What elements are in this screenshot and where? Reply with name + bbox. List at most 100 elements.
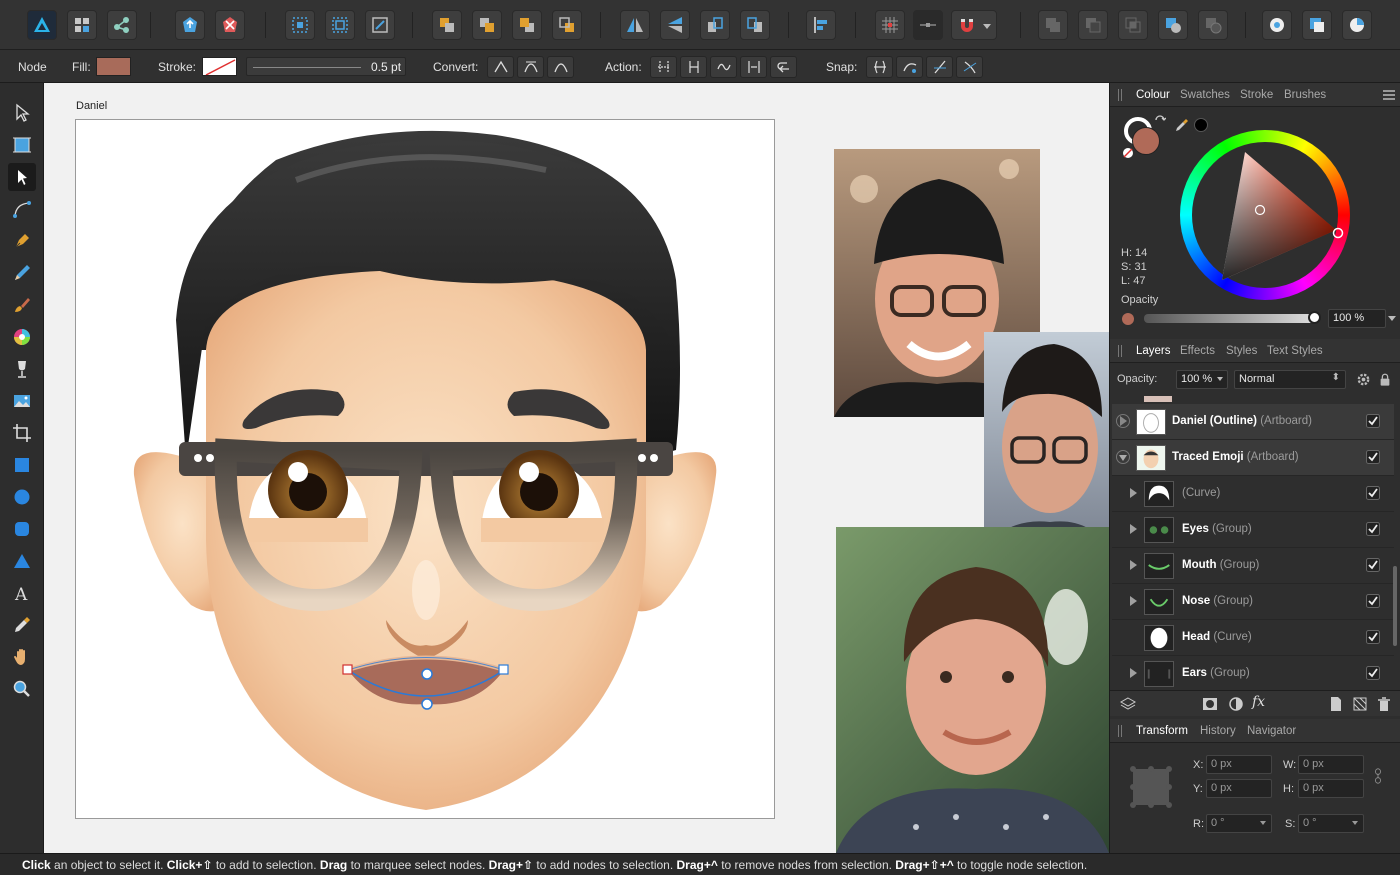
move-tool[interactable] xyxy=(8,99,36,127)
tab-navigator[interactable]: Navigator xyxy=(1247,725,1296,737)
point-transform-tool[interactable] xyxy=(8,195,36,223)
panel-grip-icon[interactable] xyxy=(1118,725,1122,737)
visibility-checkbox[interactable] xyxy=(1366,594,1380,608)
flip-vertical-icon[interactable] xyxy=(660,10,690,40)
insert-top-icon[interactable] xyxy=(1342,10,1372,40)
snapping-magnet-icon[interactable] xyxy=(951,10,997,40)
reference-photo-2[interactable] xyxy=(984,332,1109,549)
boolean-divide-icon[interactable] xyxy=(1198,10,1228,40)
link-icon[interactable] xyxy=(1374,767,1382,785)
boolean-intersect-icon[interactable] xyxy=(1118,10,1148,40)
tab-swatches[interactable]: Swatches xyxy=(1180,89,1230,101)
fill-stroke-selector[interactable] xyxy=(1122,115,1166,159)
snap-to-pixel-icon[interactable] xyxy=(913,10,943,40)
rotate-right-icon[interactable] xyxy=(740,10,770,40)
artboard-tool[interactable] xyxy=(8,131,36,159)
snap-curve-button[interactable] xyxy=(896,56,923,78)
snap-line-button[interactable] xyxy=(926,56,953,78)
reference-photo-3[interactable] xyxy=(836,527,1109,853)
tab-styles[interactable]: Styles xyxy=(1226,345,1257,357)
insert-behind-icon[interactable] xyxy=(1302,10,1332,40)
visibility-checkbox[interactable] xyxy=(1366,414,1380,428)
deselect-icon[interactable] xyxy=(325,10,355,40)
rounded-rectangle-tool[interactable] xyxy=(8,515,36,543)
layer-row[interactable]: Daniel (Outline) (Artboard) xyxy=(1112,404,1394,440)
expand-arrow-icon[interactable] xyxy=(1130,596,1137,606)
expand-arrow-icon[interactable] xyxy=(1130,560,1137,570)
expand-arrow-icon[interactable] xyxy=(1130,488,1137,498)
expand-arrow-icon[interactable] xyxy=(1130,668,1137,678)
break-curve-button[interactable] xyxy=(650,56,677,78)
tab-brushes[interactable]: Brushes xyxy=(1284,89,1326,101)
snap-nodes-button[interactable] xyxy=(866,56,893,78)
visibility-checkbox[interactable] xyxy=(1366,522,1380,536)
boolean-xor-icon[interactable] xyxy=(1158,10,1188,40)
visibility-checkbox[interactable] xyxy=(1366,450,1380,464)
trash-icon[interactable] xyxy=(1376,696,1392,712)
join-curves-button[interactable] xyxy=(740,56,767,78)
tab-layers[interactable]: Layers xyxy=(1136,345,1171,357)
boolean-add-icon[interactable] xyxy=(1038,10,1068,40)
convert-sharp-button[interactable] xyxy=(487,56,514,78)
tab-text-styles[interactable]: Text Styles xyxy=(1267,345,1323,357)
tab-history[interactable]: History xyxy=(1200,725,1236,737)
opacity-slider-thumb[interactable] xyxy=(1308,311,1321,324)
pixel-persona-icon[interactable] xyxy=(67,10,97,40)
pencil-tool[interactable] xyxy=(8,259,36,287)
layers-stack-icon[interactable] xyxy=(1120,696,1136,712)
view-tool[interactable] xyxy=(8,643,36,671)
assistant-icon[interactable] xyxy=(175,10,205,40)
move-forward-one-icon[interactable] xyxy=(512,10,542,40)
move-to-back-icon[interactable] xyxy=(432,10,462,40)
expand-arrow-icon[interactable] xyxy=(1130,524,1137,534)
panel-menu-icon[interactable] xyxy=(1382,88,1396,102)
fill-swatch[interactable] xyxy=(96,57,131,76)
layer-row[interactable]: Nose (Group) xyxy=(1112,584,1394,620)
h-field[interactable]: 0 px xyxy=(1298,779,1364,798)
collapse-arrow-icon[interactable] xyxy=(1119,455,1127,461)
visibility-checkbox[interactable] xyxy=(1366,558,1380,572)
convert-smart-button[interactable] xyxy=(547,56,574,78)
preferences-icon[interactable] xyxy=(215,10,245,40)
tab-effects[interactable]: Effects xyxy=(1180,345,1215,357)
document-canvas[interactable]: Daniel xyxy=(44,83,1109,853)
triangle-tool[interactable] xyxy=(8,547,36,575)
select-all-icon[interactable] xyxy=(285,10,315,40)
rotate-left-icon[interactable] xyxy=(700,10,730,40)
rectangle-tool[interactable] xyxy=(8,451,36,479)
blend-mode-select[interactable]: Normal ⬍ xyxy=(1234,370,1346,389)
anchor-selector-icon[interactable] xyxy=(1129,765,1173,809)
layer-row[interactable]: (Curve) xyxy=(1112,476,1394,512)
layers-scrollbar[interactable] xyxy=(1393,566,1397,646)
smooth-curve-button[interactable] xyxy=(710,56,737,78)
boolean-subtract-icon[interactable] xyxy=(1078,10,1108,40)
visibility-checkbox[interactable] xyxy=(1366,486,1380,500)
ellipse-tool[interactable] xyxy=(8,483,36,511)
move-to-front-icon[interactable] xyxy=(552,10,582,40)
invert-selection-icon[interactable] xyxy=(365,10,395,40)
pen-tool[interactable] xyxy=(8,227,36,255)
place-image-tool[interactable] xyxy=(8,387,36,415)
fx-icon[interactable]: fx xyxy=(1252,694,1265,710)
crop-tool[interactable] xyxy=(8,419,36,447)
fill-tool[interactable] xyxy=(8,323,36,351)
artboard[interactable] xyxy=(75,119,775,819)
tab-stroke[interactable]: Stroke xyxy=(1240,89,1273,101)
colour-wheel[interactable] xyxy=(1180,130,1350,300)
opacity-dropdown[interactable] xyxy=(1386,309,1398,328)
transparency-tool[interactable] xyxy=(8,355,36,383)
opacity-slider[interactable] xyxy=(1144,311,1321,324)
y-field[interactable]: 0 px xyxy=(1206,779,1272,798)
flip-horizontal-icon[interactable] xyxy=(620,10,650,40)
panel-grip-icon[interactable] xyxy=(1118,89,1122,101)
gear-icon[interactable] xyxy=(1356,372,1371,387)
layer-row[interactable]: Traced Emoji (Artboard) xyxy=(1112,440,1394,476)
insert-inside-icon[interactable] xyxy=(1262,10,1292,40)
layer-row[interactable]: Head (Curve) xyxy=(1112,620,1394,656)
vector-brush-tool[interactable] xyxy=(8,291,36,319)
add-pixel-layer-icon[interactable] xyxy=(1352,696,1368,712)
export-persona-icon[interactable] xyxy=(107,10,137,40)
w-field[interactable]: 0 px xyxy=(1298,755,1364,774)
layer-row[interactable]: Mouth (Group) xyxy=(1112,548,1394,584)
stroke-swatch[interactable] xyxy=(202,57,237,76)
